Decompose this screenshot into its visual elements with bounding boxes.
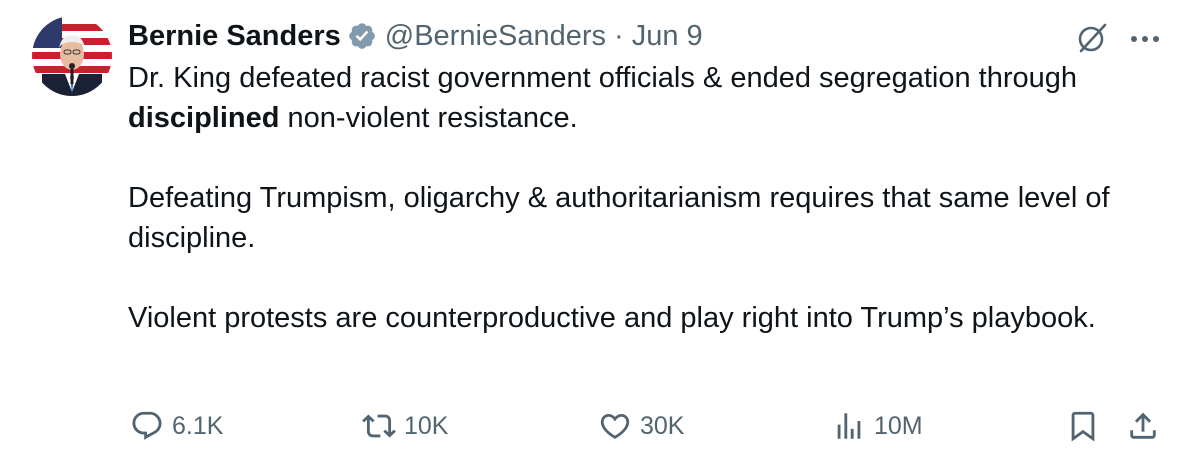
action-bar: 6.1K 10K 30K 10M — [0, 402, 1192, 450]
like-button[interactable]: 30K — [598, 402, 684, 450]
verified-badge-icon[interactable] — [347, 21, 377, 51]
analytics-icon — [837, 413, 861, 439]
reply-button[interactable]: 6.1K — [130, 402, 223, 450]
tweet-paragraph-1: Dr. King defeated racist government offi… — [128, 58, 1168, 138]
views-button[interactable]: 10M — [832, 402, 923, 450]
tweet-bold-word: disciplined — [128, 102, 280, 134]
heart-icon — [600, 413, 630, 439]
separator-dot: · — [614, 19, 624, 52]
avatar[interactable] — [32, 16, 112, 96]
repost-button[interactable]: 10K — [362, 402, 448, 450]
avatar-image — [32, 16, 112, 96]
bookmark-icon[interactable] — [1066, 409, 1100, 443]
tweet-line1-suffix: non-violent resistance. — [279, 102, 578, 134]
author-handle[interactable]: @BernieSanders — [385, 20, 606, 53]
like-count: 30K — [640, 411, 685, 440]
tweet-date[interactable]: Jun 9 — [632, 20, 703, 53]
views-count: 10M — [874, 411, 923, 440]
author-name[interactable]: Bernie Sanders — [128, 20, 341, 53]
repost-count: 10K — [404, 411, 449, 440]
more-options-icon[interactable] — [1128, 24, 1162, 54]
tweet-paragraph-2: Defeating Trumpism, oligarchy & authorit… — [128, 182, 1110, 254]
grok-icon[interactable] — [1074, 20, 1110, 56]
repost-icon — [362, 414, 396, 438]
tweet-header: Bernie Sanders @BernieSanders · Jun 9 — [128, 16, 703, 56]
tweet-text: Dr. King defeated racist government offi… — [128, 58, 1168, 338]
share-icon[interactable] — [1126, 409, 1160, 443]
tweet-card[interactable]: Bernie Sanders @BernieSanders · Jun 9 Dr… — [0, 0, 1192, 464]
tweet-paragraph-3: Violent protests are counterproductive a… — [128, 302, 1096, 334]
reply-count: 6.1K — [172, 411, 224, 440]
tweet-line1-prefix: Dr. King defeated racist government offi… — [128, 62, 1077, 94]
reply-icon — [132, 411, 162, 440]
